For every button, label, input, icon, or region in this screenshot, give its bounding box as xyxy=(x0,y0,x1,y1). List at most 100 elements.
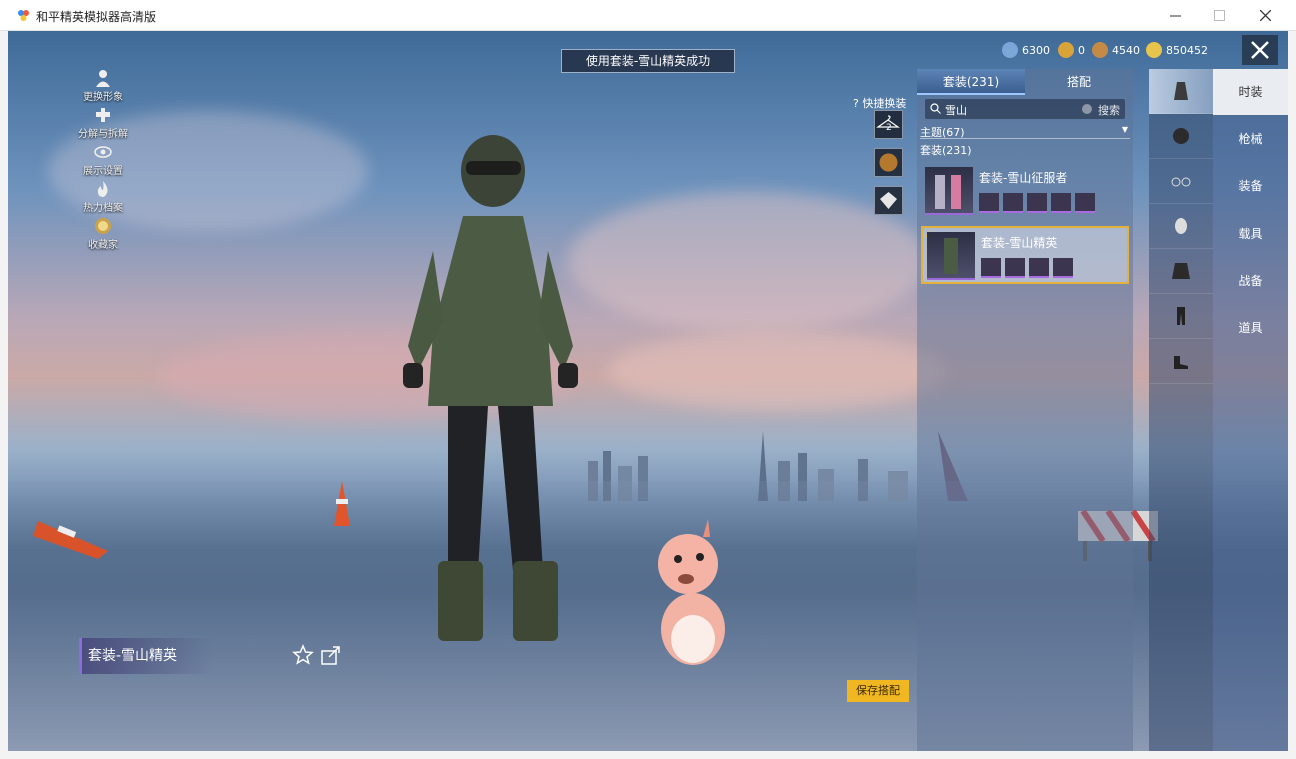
quick-slot-badge[interactable] xyxy=(874,186,903,215)
outfit-thumbnail xyxy=(925,167,973,215)
menu-label: 热力档案 xyxy=(83,203,123,214)
clear-search-icon[interactable] xyxy=(1082,104,1092,114)
part-icon xyxy=(1075,193,1095,213)
category-column: 时装 枪械 装备 载具 战备 道具 xyxy=(1213,69,1288,751)
close-icon xyxy=(1251,41,1269,59)
currency-value: 850452 xyxy=(1166,43,1208,57)
currency-value: 4540 xyxy=(1112,43,1140,57)
currency-value: 6300 xyxy=(1022,43,1050,57)
part-icon xyxy=(1003,193,1023,213)
help-icon: ? xyxy=(853,97,859,110)
toast-message: 使用套装-雪山精英成功 xyxy=(561,49,735,73)
quick-slot-hanger[interactable]: 2 xyxy=(874,110,903,139)
close-icon xyxy=(1259,10,1271,21)
maximize-icon xyxy=(1213,10,1225,21)
part-icon xyxy=(1029,258,1049,278)
slot-pants[interactable] xyxy=(1149,294,1213,339)
coin-blue-icon xyxy=(1002,42,1018,58)
menu-change-appearance[interactable]: 更换形象 xyxy=(68,69,138,105)
currency-value: 0 xyxy=(1078,43,1085,57)
currency-item: 850452 xyxy=(1146,40,1208,60)
part-icon xyxy=(979,193,999,213)
slot-column xyxy=(1149,69,1213,751)
menu-decompose[interactable]: 分解与拆解 xyxy=(68,106,138,142)
category-items[interactable]: 道具 xyxy=(1213,305,1288,351)
current-outfit-label: 套装-雪山精英 xyxy=(79,638,213,674)
eye-icon xyxy=(94,146,112,158)
tab-combos[interactable]: 搭配 xyxy=(1025,69,1133,95)
slot-jacket[interactable] xyxy=(1149,249,1213,294)
search-button[interactable]: 搜索 xyxy=(1098,102,1120,118)
game-viewport: 使用套装-雪山精英成功 6300 0 4540 850452 更换形象 分解与拆… xyxy=(8,31,1288,751)
flame-icon xyxy=(97,181,108,197)
slot-shoes[interactable] xyxy=(1149,339,1213,384)
jacket-icon xyxy=(1172,263,1190,279)
cloud xyxy=(608,331,948,411)
tab-suits[interactable]: 套装(231) xyxy=(917,69,1025,95)
outfit-name: 套装-雪山征服者 xyxy=(979,171,1068,185)
pet-beaver xyxy=(658,519,725,665)
diamond-icon xyxy=(880,192,897,209)
menu-heat-archive[interactable]: 热力档案 xyxy=(68,180,138,216)
person-icon xyxy=(96,70,110,87)
menu-label: 收藏家 xyxy=(88,240,118,251)
glasses-icon xyxy=(1171,177,1191,187)
slot-glasses[interactable] xyxy=(1149,159,1213,204)
close-window-button[interactable] xyxy=(1242,0,1288,31)
panel-tabs: 套装(231) 搭配 xyxy=(917,69,1133,95)
quick-change-label[interactable]: ? 快捷换装 xyxy=(853,95,906,111)
menu-label: 分解与拆解 xyxy=(78,129,128,140)
minimize-button[interactable] xyxy=(1152,0,1198,31)
slot-suit[interactable] xyxy=(1149,69,1213,114)
category-guns[interactable]: 枪械 xyxy=(1213,116,1288,162)
slot-helmet[interactable] xyxy=(1149,114,1213,159)
suit-count-label: 套装(231) xyxy=(920,144,972,157)
close-wardrobe-button[interactable] xyxy=(1242,35,1278,65)
coin-bronze-icon xyxy=(1092,42,1108,58)
traffic-cone xyxy=(334,481,350,526)
maximize-button[interactable] xyxy=(1196,0,1242,31)
share-icon[interactable] xyxy=(320,644,342,666)
app-icon xyxy=(18,10,29,21)
coin-gold-icon xyxy=(1058,42,1074,58)
search-box[interactable]: 雪山 搜索 xyxy=(925,99,1125,119)
slot-mask[interactable] xyxy=(1149,204,1213,249)
category-fashion[interactable]: 时装 xyxy=(1213,69,1288,115)
outfit-name: 套装-雪山精英 xyxy=(981,236,1058,250)
currency-item: 0 xyxy=(1058,40,1085,60)
outfit-item[interactable]: 套装-雪山征服者 xyxy=(921,163,1129,221)
coin-yellow-icon xyxy=(1146,42,1162,58)
currency-item: 6300 xyxy=(1002,40,1050,60)
part-icon xyxy=(1053,258,1073,278)
chevron-down-icon: ▼ xyxy=(1121,125,1128,134)
menu-collector[interactable]: 收藏家 xyxy=(68,217,138,253)
slot-number: 2 xyxy=(886,123,892,133)
suit-icon xyxy=(1174,82,1188,100)
theme-filter[interactable]: 主题(67) ▼ xyxy=(920,124,1130,139)
part-icon xyxy=(981,258,1001,278)
window-title: 和平精英模拟器高清版 xyxy=(36,10,157,24)
mask-icon xyxy=(1175,218,1187,234)
pants-icon xyxy=(1177,307,1185,325)
category-equipment[interactable]: 装备 xyxy=(1213,163,1288,209)
puzzle-icon xyxy=(96,108,110,122)
outfit-thumbnail xyxy=(927,232,975,280)
outfit-item-selected[interactable]: ✓ 套装-雪山精英 xyxy=(921,226,1129,284)
helmet-icon xyxy=(1173,128,1189,144)
category-battle-prep[interactable]: 战备 xyxy=(1213,258,1288,304)
search-input[interactable]: 雪山 xyxy=(945,102,967,118)
minimize-icon xyxy=(1169,15,1181,17)
category-vehicles[interactable]: 载具 xyxy=(1213,211,1288,257)
part-icon xyxy=(1051,193,1071,213)
search-icon xyxy=(930,103,941,114)
emulator-window: 和平精英模拟器高清版 使用套装-雪山精英成功 6300 0 4540 85045… xyxy=(0,0,1296,759)
traffic-cone xyxy=(33,521,108,559)
menu-display-settings[interactable]: 展示设置 xyxy=(68,143,138,179)
outfit-panel: 套装(231) 搭配 雪山 搜索 主题(67) ▼ 套装(231) 套装-雪山征… xyxy=(917,69,1133,751)
part-icon xyxy=(1005,258,1025,278)
emblem-icon xyxy=(879,153,898,172)
quick-change-text: 快捷换装 xyxy=(862,97,907,110)
quick-slot-emblem[interactable] xyxy=(874,148,903,177)
save-combo-button[interactable]: 保存搭配 xyxy=(847,680,909,702)
favorite-star-icon[interactable] xyxy=(292,644,314,666)
